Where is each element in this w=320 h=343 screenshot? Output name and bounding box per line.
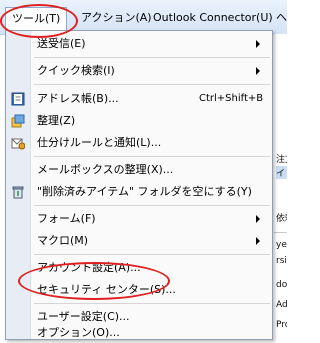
menu-item-macro[interactable]: マクロ(M) [6, 230, 272, 252]
menu-item-options[interactable]: オプション(O)... [6, 326, 272, 339]
bg-fragment: dow [276, 280, 287, 290]
menu-item-label: セキュリティ センター(S)... [37, 283, 176, 296]
menu-outlook-connector[interactable]: Outlook Connector(U) [150, 9, 276, 27]
divider [274, 232, 287, 233]
submenu-arrow-icon [256, 215, 260, 223]
submenu-arrow-icon [256, 67, 260, 75]
menu-item-forms[interactable]: フォーム(F) [6, 208, 272, 230]
bg-fragment: Adv [276, 300, 287, 310]
menu-item-send-receive[interactable]: 送受信(E) [6, 33, 272, 55]
bg-fragment: 注文 [276, 155, 287, 165]
bg-fragment: イリ [276, 166, 287, 179]
menu-item-mailbox-cleanup[interactable]: メールボックスの整理(X)... [6, 159, 272, 181]
menu-item-label: アカウント設定(A)... [37, 261, 141, 274]
organize-icon [11, 114, 25, 128]
menu-item-label: アドレス帳(B)... [37, 92, 119, 105]
menu-item-quick-search[interactable]: クイック検索(I) [6, 60, 272, 82]
empty-trash-icon [12, 186, 24, 199]
address-book-icon [11, 92, 25, 106]
menu-item-label: ユーザー設定(C)... [37, 310, 130, 323]
bg-fragment: rsion [276, 256, 287, 266]
menu-separator [34, 205, 270, 206]
menu-tools[interactable]: ツール(T) [5, 7, 68, 30]
menu-action[interactable]: アクション(A) [78, 9, 155, 27]
menu-item-empty-deleted[interactable]: "削除済みアイテム" フォルダを空にする(Y) [6, 181, 272, 203]
menu-item-rules-alerts[interactable]: 仕分けルールと通知(L)... [6, 132, 272, 154]
menu-item-label: "削除済みアイテム" フォルダを空にする(Y) [37, 185, 252, 198]
menu-item-user-settings[interactable]: ユーザー設定(C)... [6, 306, 272, 328]
tools-dropdown-menu: 送受信(E) クイック検索(I) アドレス帳(B)... Ctrl+Shift+… [5, 30, 273, 340]
menu-separator [34, 254, 270, 255]
menu-item-address-book[interactable]: アドレス帳(B)... Ctrl+Shift+B [6, 88, 272, 110]
menu-separator [34, 156, 270, 157]
menu-item-trust-center[interactable]: セキュリティ センター(S)... [6, 279, 272, 301]
menu-item-label: メールボックスの整理(X)... [37, 163, 174, 176]
menu-item-label: クイック検索(I) [37, 64, 115, 77]
bg-fragment: Prod [276, 320, 287, 330]
menu-help-partial[interactable]: ヘ [273, 9, 290, 27]
bg-fragment: 依頼 [276, 214, 287, 224]
menu-separator [34, 303, 270, 304]
menu-item-label: マクロ(M) [37, 234, 89, 247]
menu-item-label: 送受信(E) [37, 37, 86, 50]
menu-separator [34, 84, 270, 85]
rules-icon [11, 138, 25, 150]
menu-item-label: 仕分けルールと通知(L)... [37, 136, 162, 149]
menu-item-label: フォーム(F) [37, 212, 96, 225]
menu-separator [34, 57, 270, 58]
menu-item-label: オプション(O)... [37, 326, 120, 339]
menu-item-organize[interactable]: 整理(Z) [6, 110, 272, 132]
background-window [274, 34, 287, 343]
menu-item-label: 整理(Z) [37, 114, 76, 127]
shortcut-label: Ctrl+Shift+B [199, 93, 264, 104]
submenu-arrow-icon [256, 237, 260, 245]
menu-item-account-settings[interactable]: アカウント設定(A)... [6, 257, 272, 279]
bg-fragment: ye: M [276, 240, 287, 250]
submenu-arrow-icon [256, 40, 260, 48]
